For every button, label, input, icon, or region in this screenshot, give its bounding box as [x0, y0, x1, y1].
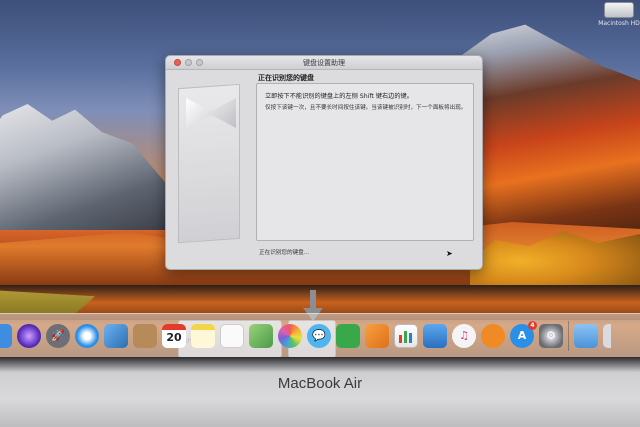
- zoom-button[interactable]: [196, 59, 203, 66]
- laptop-bezel: [0, 357, 640, 427]
- mouse-cursor-icon: ➤: [446, 249, 453, 258]
- facetime-icon[interactable]: [336, 323, 360, 348]
- keyboard-setup-assistant-window: 键盘设置助理 正在识别您的键盘 立即按下不能识别的键盘上的左侧 Shift 键右…: [165, 55, 483, 358]
- wallpaper-mountain-left: [0, 104, 170, 230]
- keynote-icon[interactable]: [423, 323, 447, 348]
- window-title: 键盘设置助理: [303, 59, 345, 67]
- photos-icon[interactable]: [278, 323, 302, 348]
- siri-icon[interactable]: [17, 323, 41, 348]
- system-preferences-icon[interactable]: ⚙: [539, 323, 563, 348]
- dock-item-finder[interactable]: [0, 323, 12, 348]
- status-text: 正在识别您的键盘...: [259, 250, 310, 256]
- device-brand: MacBook Air: [277, 375, 363, 392]
- minimize-button[interactable]: [185, 59, 192, 66]
- desktop-disk[interactable]: Macintosh HD: [598, 2, 640, 32]
- dock-item-trash[interactable]: [603, 323, 611, 348]
- ibooks-icon[interactable]: [481, 323, 505, 348]
- instruction-secondary: 仅按下该键一次，且不要长时间按住该键。当该键被识别时，下一个面板将出现。: [265, 105, 467, 111]
- calendar-day: 20: [166, 331, 182, 344]
- calendar-header: [162, 323, 186, 330]
- keys-area: shift: [172, 186, 376, 358]
- window-controls: [174, 59, 203, 66]
- messages-icon[interactable]: 💬: [307, 323, 331, 348]
- launchpad-icon[interactable]: 🚀: [46, 323, 70, 348]
- bar-chart-icon: [399, 330, 412, 343]
- notes-icon[interactable]: [191, 323, 215, 348]
- pages-icon[interactable]: [365, 323, 389, 348]
- itunes-icon[interactable]: ♫: [452, 323, 476, 348]
- calendar-icon[interactable]: 20: [162, 323, 186, 348]
- desktop-wallpaper: Macintosh HD 键盘设置助理 正在识别您的键盘 立即按下不能识别的键盘…: [0, 0, 640, 370]
- contacts-icon[interactable]: [133, 323, 157, 348]
- dock: 🚀 20 💬 ♫ A 4 ⚙: [0, 313, 640, 357]
- disk-label: Macintosh HD: [598, 20, 640, 27]
- hard-disk-icon[interactable]: [604, 2, 634, 18]
- safari-icon[interactable]: [75, 323, 99, 348]
- reminders-icon[interactable]: [220, 323, 244, 348]
- page-heading: 正在识别您的键盘: [258, 74, 314, 82]
- app-store-badge: 4: [528, 320, 537, 330]
- photo-preview-icon[interactable]: [104, 323, 128, 348]
- instruction-primary: 立即按下不能识别的键盘上的左侧 Shift 键右边的键。: [265, 93, 413, 100]
- folder-icon[interactable]: [574, 323, 598, 348]
- numbers-icon[interactable]: [394, 323, 418, 348]
- app-store-icon[interactable]: A 4: [510, 320, 537, 348]
- dock-separator: [568, 320, 569, 351]
- maps-icon[interactable]: [249, 323, 273, 348]
- close-button[interactable]: [174, 59, 181, 66]
- window-titlebar[interactable]: 键盘设置助理: [166, 56, 482, 70]
